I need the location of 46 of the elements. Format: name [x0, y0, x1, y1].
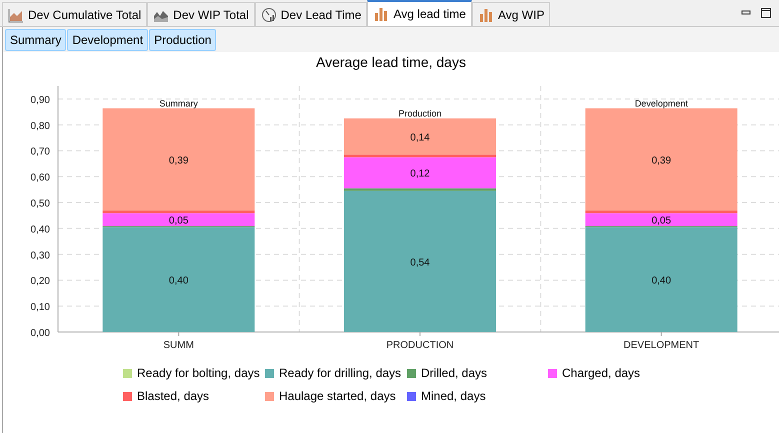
- tab[interactable]: Avg lead time: [367, 0, 472, 26]
- filter-toggle[interactable]: Production: [149, 29, 216, 51]
- y-tick-label: 0,60: [30, 172, 50, 184]
- value-label: 0,40: [168, 276, 188, 287]
- y-tick-label: 0,00: [30, 328, 50, 339]
- bar-chart-icon: [373, 6, 390, 22]
- legend-label: Drilled, days: [421, 365, 488, 382]
- y-tick-label: 0,10: [30, 302, 50, 314]
- tab[interactable]: Dev Lead Time: [254, 2, 368, 26]
- legend-label: Mined, days: [421, 388, 486, 405]
- tab[interactable]: Dev WIP Total: [147, 2, 255, 26]
- tab[interactable]: Avg WIP: [472, 2, 550, 26]
- value-label: 0,14: [410, 132, 430, 144]
- legend-label: Haulage started, days: [279, 388, 396, 405]
- chart-title: Average lead time, days: [316, 53, 466, 71]
- bar-annotation: Summary: [159, 98, 198, 108]
- y-tick-label: 0,50: [30, 198, 50, 210]
- value-label: 0,05: [168, 216, 188, 227]
- area-chart-icon: [8, 6, 24, 22]
- value-label: 0,54: [410, 257, 430, 268]
- y-tick-label: 0,80: [30, 120, 50, 132]
- bar-chart-icon: [478, 6, 494, 22]
- legend-label: Blasted, days: [137, 388, 210, 405]
- legend-label: Ready for drilling, days: [279, 365, 402, 382]
- filter-toggle[interactable]: Development: [67, 29, 148, 51]
- y-tick-label: 0,20: [30, 276, 50, 288]
- y-tick-label: 0,70: [30, 146, 50, 158]
- gauge-icon: [260, 6, 277, 22]
- x-axis-label: DEVELOPMENT: [624, 340, 700, 351]
- filter-toggle[interactable]: Summary: [5, 29, 66, 51]
- x-axis-label: SUMM: [163, 340, 194, 351]
- tab[interactable]: Dev Cumulative Total: [2, 2, 148, 26]
- bar-annotation: Development: [634, 98, 688, 108]
- value-label: 0,05: [652, 216, 672, 227]
- value-label: 0,12: [410, 168, 430, 180]
- x-axis-label: PRODUCTION: [386, 340, 454, 351]
- bar-annotation: Production: [398, 108, 442, 118]
- y-tick-label: 0,40: [30, 224, 50, 236]
- legend-label: Charged, days: [562, 365, 640, 382]
- maximize-icon[interactable]: [761, 8, 771, 18]
- value-label: 0,40: [652, 276, 672, 287]
- legend-label: Ready for bolting, days: [137, 365, 260, 382]
- value-label: 0,39: [652, 155, 672, 166]
- y-tick-label: 0,30: [30, 250, 50, 262]
- y-tick-label: 0,90: [30, 94, 50, 106]
- value-label: 0,39: [168, 155, 188, 166]
